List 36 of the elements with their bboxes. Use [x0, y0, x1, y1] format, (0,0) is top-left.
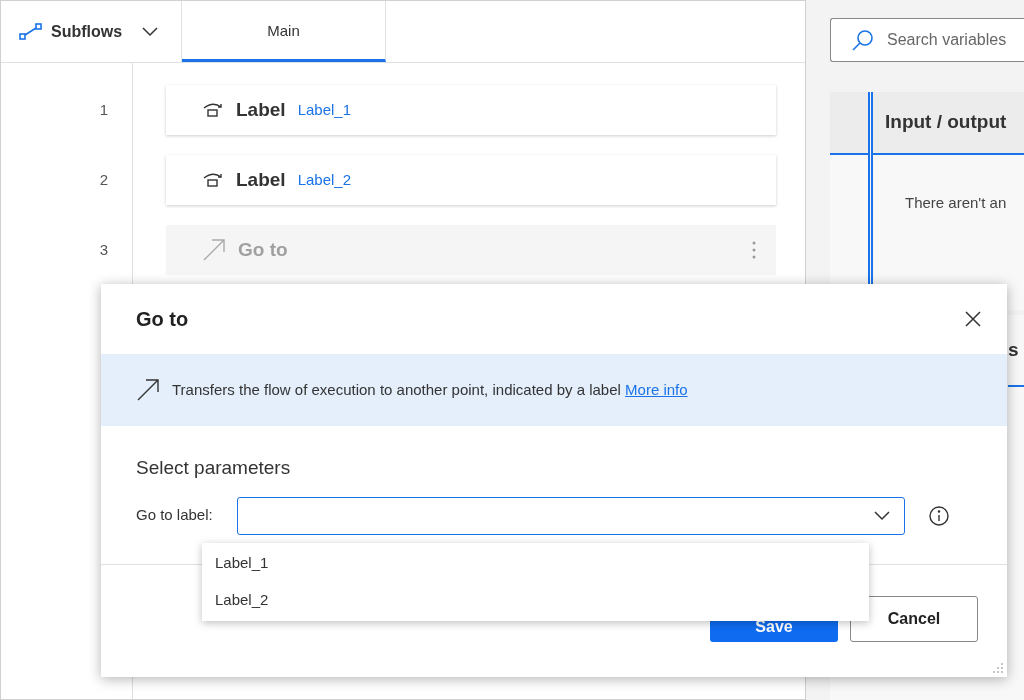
line-number: 3: [99, 239, 108, 260]
search-field[interactable]: Search variables: [830, 18, 1024, 62]
label-icon: [202, 102, 224, 118]
action-parameter: Label_2: [297, 169, 351, 190]
chevron-down-icon: [142, 26, 159, 37]
info-text: Transfers the flow of execution to another point, indicated by a label More info: [172, 379, 688, 400]
info-icon[interactable]: [929, 505, 949, 526]
action-card[interactable]: Label Label_1: [166, 85, 776, 135]
close-icon[interactable]: [965, 311, 981, 327]
cancel-button[interactable]: Cancel: [850, 595, 978, 642]
tab[interactable]: Main: [182, 1, 386, 62]
subflows-button[interactable]: Subflows: [1, 1, 182, 62]
action-parameter: Label_1: [297, 99, 351, 120]
line-number: 1: [99, 99, 108, 120]
dropdown-option[interactable]: Label_1: [202, 545, 869, 582]
arrow-icon: [136, 378, 160, 402]
more-info-link[interactable]: More info: [625, 380, 688, 398]
search-icon: [851, 28, 875, 52]
subflows-icon: [19, 22, 43, 41]
empty-message: There aren't an: [905, 193, 1008, 213]
line-number: 2: [99, 169, 108, 190]
label-icon: [202, 172, 224, 188]
action-card[interactable]: Label Label_2: [166, 155, 776, 205]
label-dropdown[interactable]: [237, 496, 905, 535]
column-header: Input / output: [885, 110, 1007, 135]
action-title: Go to: [238, 237, 288, 262]
action-title: Label: [236, 167, 286, 192]
dialog-title: Go to: [136, 307, 189, 332]
section-title: Select parameters: [136, 456, 292, 480]
action-title: Label: [236, 97, 286, 122]
search-placeholder: Search variables: [887, 30, 1007, 50]
field-label: Go to label:: [136, 505, 214, 526]
arrow-icon: [202, 238, 226, 262]
chevron-down-icon: [874, 510, 890, 521]
resize-grip-icon[interactable]: [992, 662, 1004, 674]
column-header: s: [1008, 337, 1019, 362]
